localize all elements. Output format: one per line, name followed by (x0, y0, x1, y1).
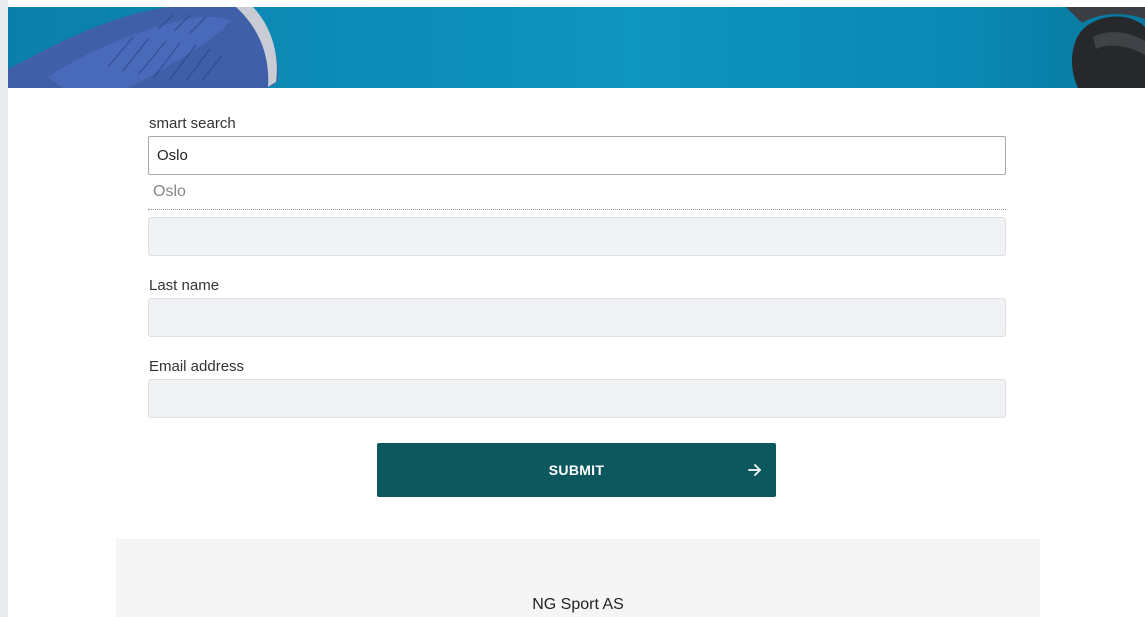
footer-company-name: NG Sport AS (532, 596, 624, 613)
smart-search-input[interactable] (148, 136, 1006, 175)
arrow-right-icon (748, 464, 761, 476)
hero-banner-image (8, 7, 1145, 88)
email-label: Email address (149, 358, 245, 375)
last-name-label: Last name (149, 277, 220, 294)
submit-button[interactable]: SUBMIT (377, 443, 776, 497)
email-input[interactable] (148, 379, 1006, 418)
search-suggestion-item[interactable]: Oslo (148, 178, 1006, 210)
submit-button-label: SUBMIT (548, 462, 605, 478)
left-edge-strip (0, 0, 8, 617)
unlabeled-input-field[interactable] (148, 217, 1006, 256)
page: smart search Oslo Last name Email addres… (0, 0, 1145, 617)
smart-search-label: smart search (149, 115, 236, 132)
footer: NG Sport AS (116, 539, 1040, 617)
hero-banner (8, 7, 1145, 88)
last-name-input[interactable] (148, 298, 1006, 337)
